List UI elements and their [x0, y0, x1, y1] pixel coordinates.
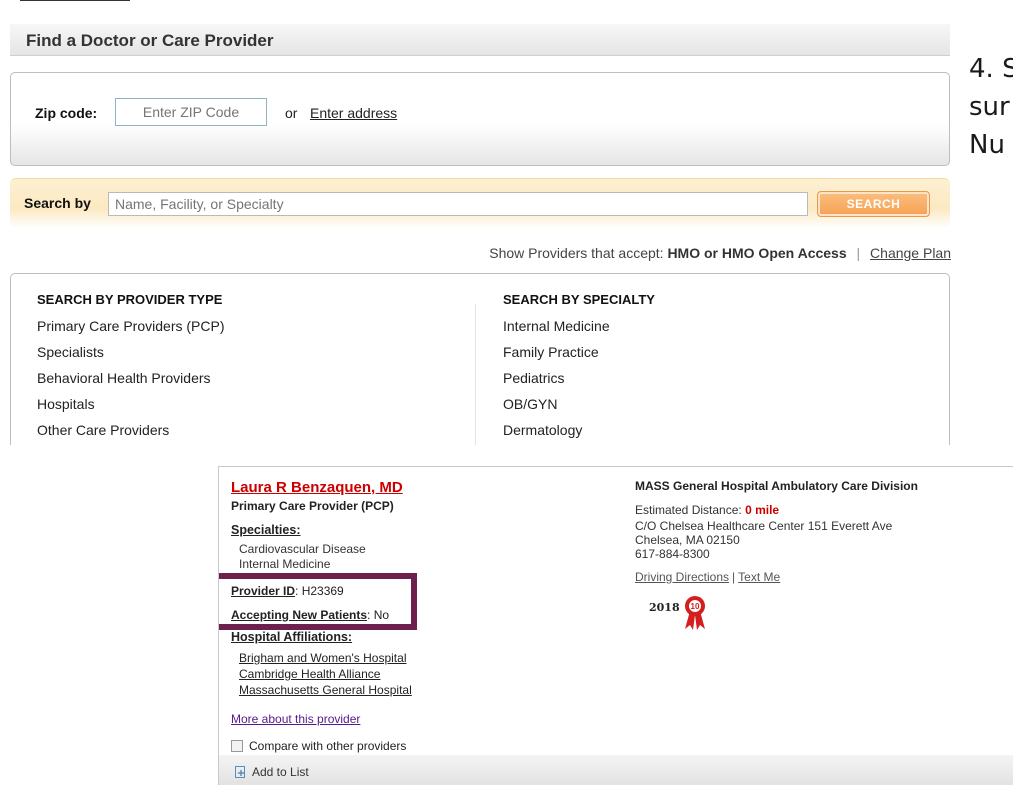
award-year: 2018	[649, 601, 680, 614]
provider-type-link[interactable]: Primary Care Providers (PCP)	[37, 317, 224, 343]
compare-label: Compare with other providers	[249, 739, 407, 753]
zip-label: Zip code:	[35, 105, 98, 121]
hospital-link[interactable]: Cambridge Health Alliance	[239, 667, 380, 681]
highlight-box	[219, 573, 417, 630]
zip-panel: Zip code: or Enter address	[10, 72, 950, 166]
accept-separator: |	[856, 245, 861, 261]
award-ribbon-icon: 10	[685, 596, 705, 630]
more-about-provider-link[interactable]: More about this provider	[231, 712, 360, 726]
zip-or-text: or	[285, 105, 298, 121]
specialty-link[interactable]: Internal Medicine	[503, 317, 655, 343]
accepted-plan-row: Show Providers that accept: HMO or HMO O…	[489, 245, 951, 261]
slide-instruction-text: 4. S sur Nu	[969, 50, 1013, 164]
specialty-link[interactable]: OB/GYN	[503, 395, 655, 421]
distance-label: Estimated Distance:	[635, 503, 742, 517]
specialties-heading: Specialties:	[231, 523, 301, 537]
card-footer	[219, 755, 1013, 785]
estimated-distance: Estimated Distance: 0 mile	[635, 503, 779, 517]
hospital-link[interactable]: Massachusetts General Hospital	[239, 683, 412, 697]
provider-type-column: SEARCH BY PROVIDER TYPE Primary Care Pro…	[37, 292, 224, 445]
provider-type-link[interactable]: Other Care Providers	[37, 421, 224, 445]
specialty-column: SEARCH BY SPECIALTY Internal Medicine Fa…	[503, 292, 655, 445]
facility-address-line: Chelsea, MA 02150	[635, 533, 740, 547]
link-separator: |	[732, 570, 736, 584]
specialty-item: Cardiovascular Disease	[239, 542, 366, 556]
facility-name: MASS General Hospital Ambulatory Care Di…	[635, 479, 918, 493]
search-bar: Search by SEARCH	[10, 178, 950, 228]
compare-row: Compare with other providers	[231, 739, 406, 753]
accept-prefix: Show Providers that accept:	[489, 245, 664, 261]
provider-result-card: Laura R Benzaquen, MD Primary Care Provi…	[218, 466, 1013, 785]
specialty-link[interactable]: Dermatology	[503, 421, 655, 445]
enter-address-link[interactable]: Enter address	[310, 105, 397, 121]
top-rule	[20, 0, 130, 4]
provider-type: Primary Care Provider (PCP)	[231, 499, 394, 513]
search-by-label: Search by	[24, 195, 91, 211]
driving-directions-link[interactable]: Driving Directions	[635, 570, 729, 584]
zip-code-input[interactable]	[115, 98, 267, 126]
text-me-link[interactable]: Text Me	[738, 570, 780, 584]
slide-line: sur	[969, 92, 1010, 122]
provider-type-link[interactable]: Hospitals	[37, 395, 224, 421]
distance-value: 0 mile	[745, 503, 780, 517]
compare-checkbox[interactable]	[231, 740, 243, 752]
award-badge-number: 10	[691, 602, 700, 611]
provider-type-heading: SEARCH BY PROVIDER TYPE	[37, 292, 223, 307]
page-title: Find a Doctor or Care Provider	[26, 31, 274, 50]
add-to-list-icon	[235, 766, 245, 778]
hospital-link[interactable]: Brigham and Women's Hospital	[239, 651, 406, 665]
provider-name-link[interactable]: Laura R Benzaquen, MD	[231, 479, 403, 496]
slide-line: Nu	[969, 130, 1005, 160]
slide-line: 4. S	[969, 54, 1013, 84]
change-plan-link[interactable]: Change Plan	[870, 245, 951, 261]
page-title-bar: Find a Doctor or Care Provider	[10, 24, 950, 56]
column-divider	[475, 304, 476, 445]
facility-phone: 617-884-8300	[635, 547, 710, 561]
facility-links: Driving Directions | Text Me	[635, 570, 780, 584]
search-button[interactable]: SEARCH	[817, 191, 930, 217]
specialty-item: Internal Medicine	[239, 557, 331, 571]
facility-address-line: C/O Chelsea Healthcare Center 151 Everet…	[635, 519, 893, 533]
search-categories-panel: SEARCH BY PROVIDER TYPE Primary Care Pro…	[10, 273, 950, 445]
add-to-list-label: Add to List	[252, 765, 309, 779]
hospital-affiliations-heading: Hospital Affiliations:	[231, 630, 353, 644]
search-input[interactable]	[108, 192, 808, 216]
add-to-list-button[interactable]: Add to List	[235, 765, 309, 779]
accepted-plan: HMO or HMO Open Access	[667, 245, 847, 261]
provider-type-link[interactable]: Behavioral Health Providers	[37, 369, 224, 395]
provider-type-link[interactable]: Specialists	[37, 343, 224, 369]
specialty-link[interactable]: Pediatrics	[503, 369, 655, 395]
specialty-link[interactable]: Family Practice	[503, 343, 655, 369]
specialty-heading: SEARCH BY SPECIALTY	[503, 292, 655, 307]
